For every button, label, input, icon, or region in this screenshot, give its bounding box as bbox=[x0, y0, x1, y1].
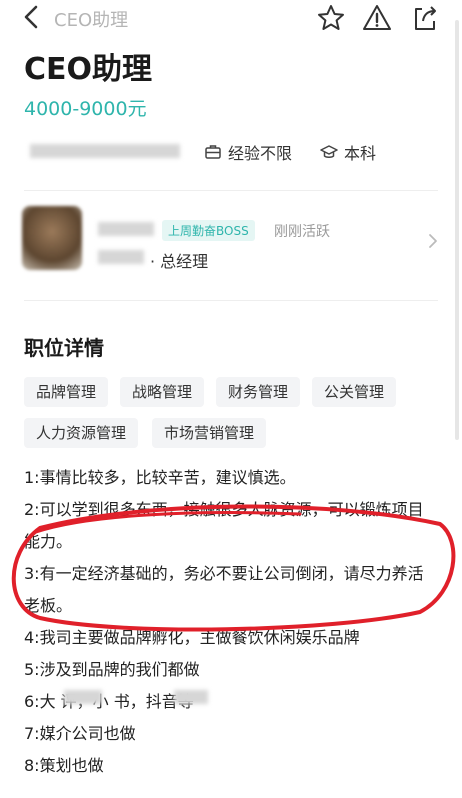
graduation-cap-icon bbox=[320, 145, 338, 158]
experience-item: 经验不限 bbox=[204, 140, 292, 164]
boss-badge: 上周勤奋BOSS bbox=[162, 220, 255, 241]
education-item: 本科 bbox=[320, 140, 376, 164]
nav-title: CEO助理 bbox=[54, 10, 129, 31]
chevron-right-icon[interactable] bbox=[426, 232, 440, 250]
tag-strategy-management: 战略管理 bbox=[120, 377, 205, 407]
tag-brand-management: 品牌管理 bbox=[24, 377, 109, 407]
description-line: 4:我司主要做品牌孵化，主做餐饮休闲娱乐品牌 bbox=[24, 628, 360, 647]
description-line: 老板。 bbox=[24, 596, 73, 615]
description-line: 8:策划也做 bbox=[24, 756, 104, 775]
divider bbox=[24, 190, 438, 191]
section-title: 职位详情 bbox=[24, 336, 104, 360]
description-line: 6:大 评，小 书，抖音等 bbox=[24, 692, 194, 711]
job-meta-row: 经验不限 本科 bbox=[24, 140, 444, 164]
location-redacted bbox=[30, 144, 180, 158]
education-text: 本科 bbox=[344, 144, 377, 163]
top-bar: CEO助理 bbox=[0, 0, 462, 36]
platform-name-redacted bbox=[64, 690, 102, 704]
description-line: 5:涉及到品牌的我们都做 bbox=[24, 660, 200, 679]
scrollbar[interactable] bbox=[455, 20, 459, 440]
avatar[interactable] bbox=[22, 206, 82, 270]
salary: 4000-9000元 bbox=[24, 98, 147, 120]
description-line: 能力。 bbox=[24, 532, 73, 551]
boss-card[interactable]: 上周勤奋BOSS 刚刚活跃 · 总经理 bbox=[22, 206, 442, 278]
share-icon[interactable] bbox=[410, 3, 440, 33]
warning-icon[interactable] bbox=[362, 3, 392, 33]
tag-finance-management: 财务管理 bbox=[216, 377, 301, 407]
platform-name-redacted bbox=[174, 690, 208, 704]
boss-role: · 总经理 bbox=[150, 252, 209, 271]
star-icon[interactable] bbox=[316, 3, 346, 33]
boss-name-redacted bbox=[98, 222, 154, 236]
back-arrow-icon[interactable] bbox=[22, 4, 42, 30]
tag-pr-management: 公关管理 bbox=[312, 377, 397, 407]
experience-text: 经验不限 bbox=[228, 144, 293, 163]
description-line: 2:可以学到很多东西，接触很多人脉资源，可以锻炼项目 bbox=[24, 500, 424, 519]
tag-hr-management: 人力资源管理 bbox=[24, 418, 139, 448]
divider bbox=[24, 300, 438, 301]
description-line: 7:媒介公司也做 bbox=[24, 724, 136, 743]
job-title: CEO助理 bbox=[24, 52, 153, 87]
boss-active-status: 刚刚活跃 bbox=[274, 224, 330, 240]
description-line: 3:有一定经济基础的，务必不要让公司倒闭，请尽力养活 bbox=[24, 564, 424, 583]
tag-marketing-management: 市场营销管理 bbox=[152, 418, 267, 448]
company-name-redacted bbox=[98, 250, 144, 264]
briefcase-icon bbox=[205, 145, 221, 159]
description-line: 1:事情比较多，比较辛苦，建议慎选。 bbox=[24, 468, 296, 487]
